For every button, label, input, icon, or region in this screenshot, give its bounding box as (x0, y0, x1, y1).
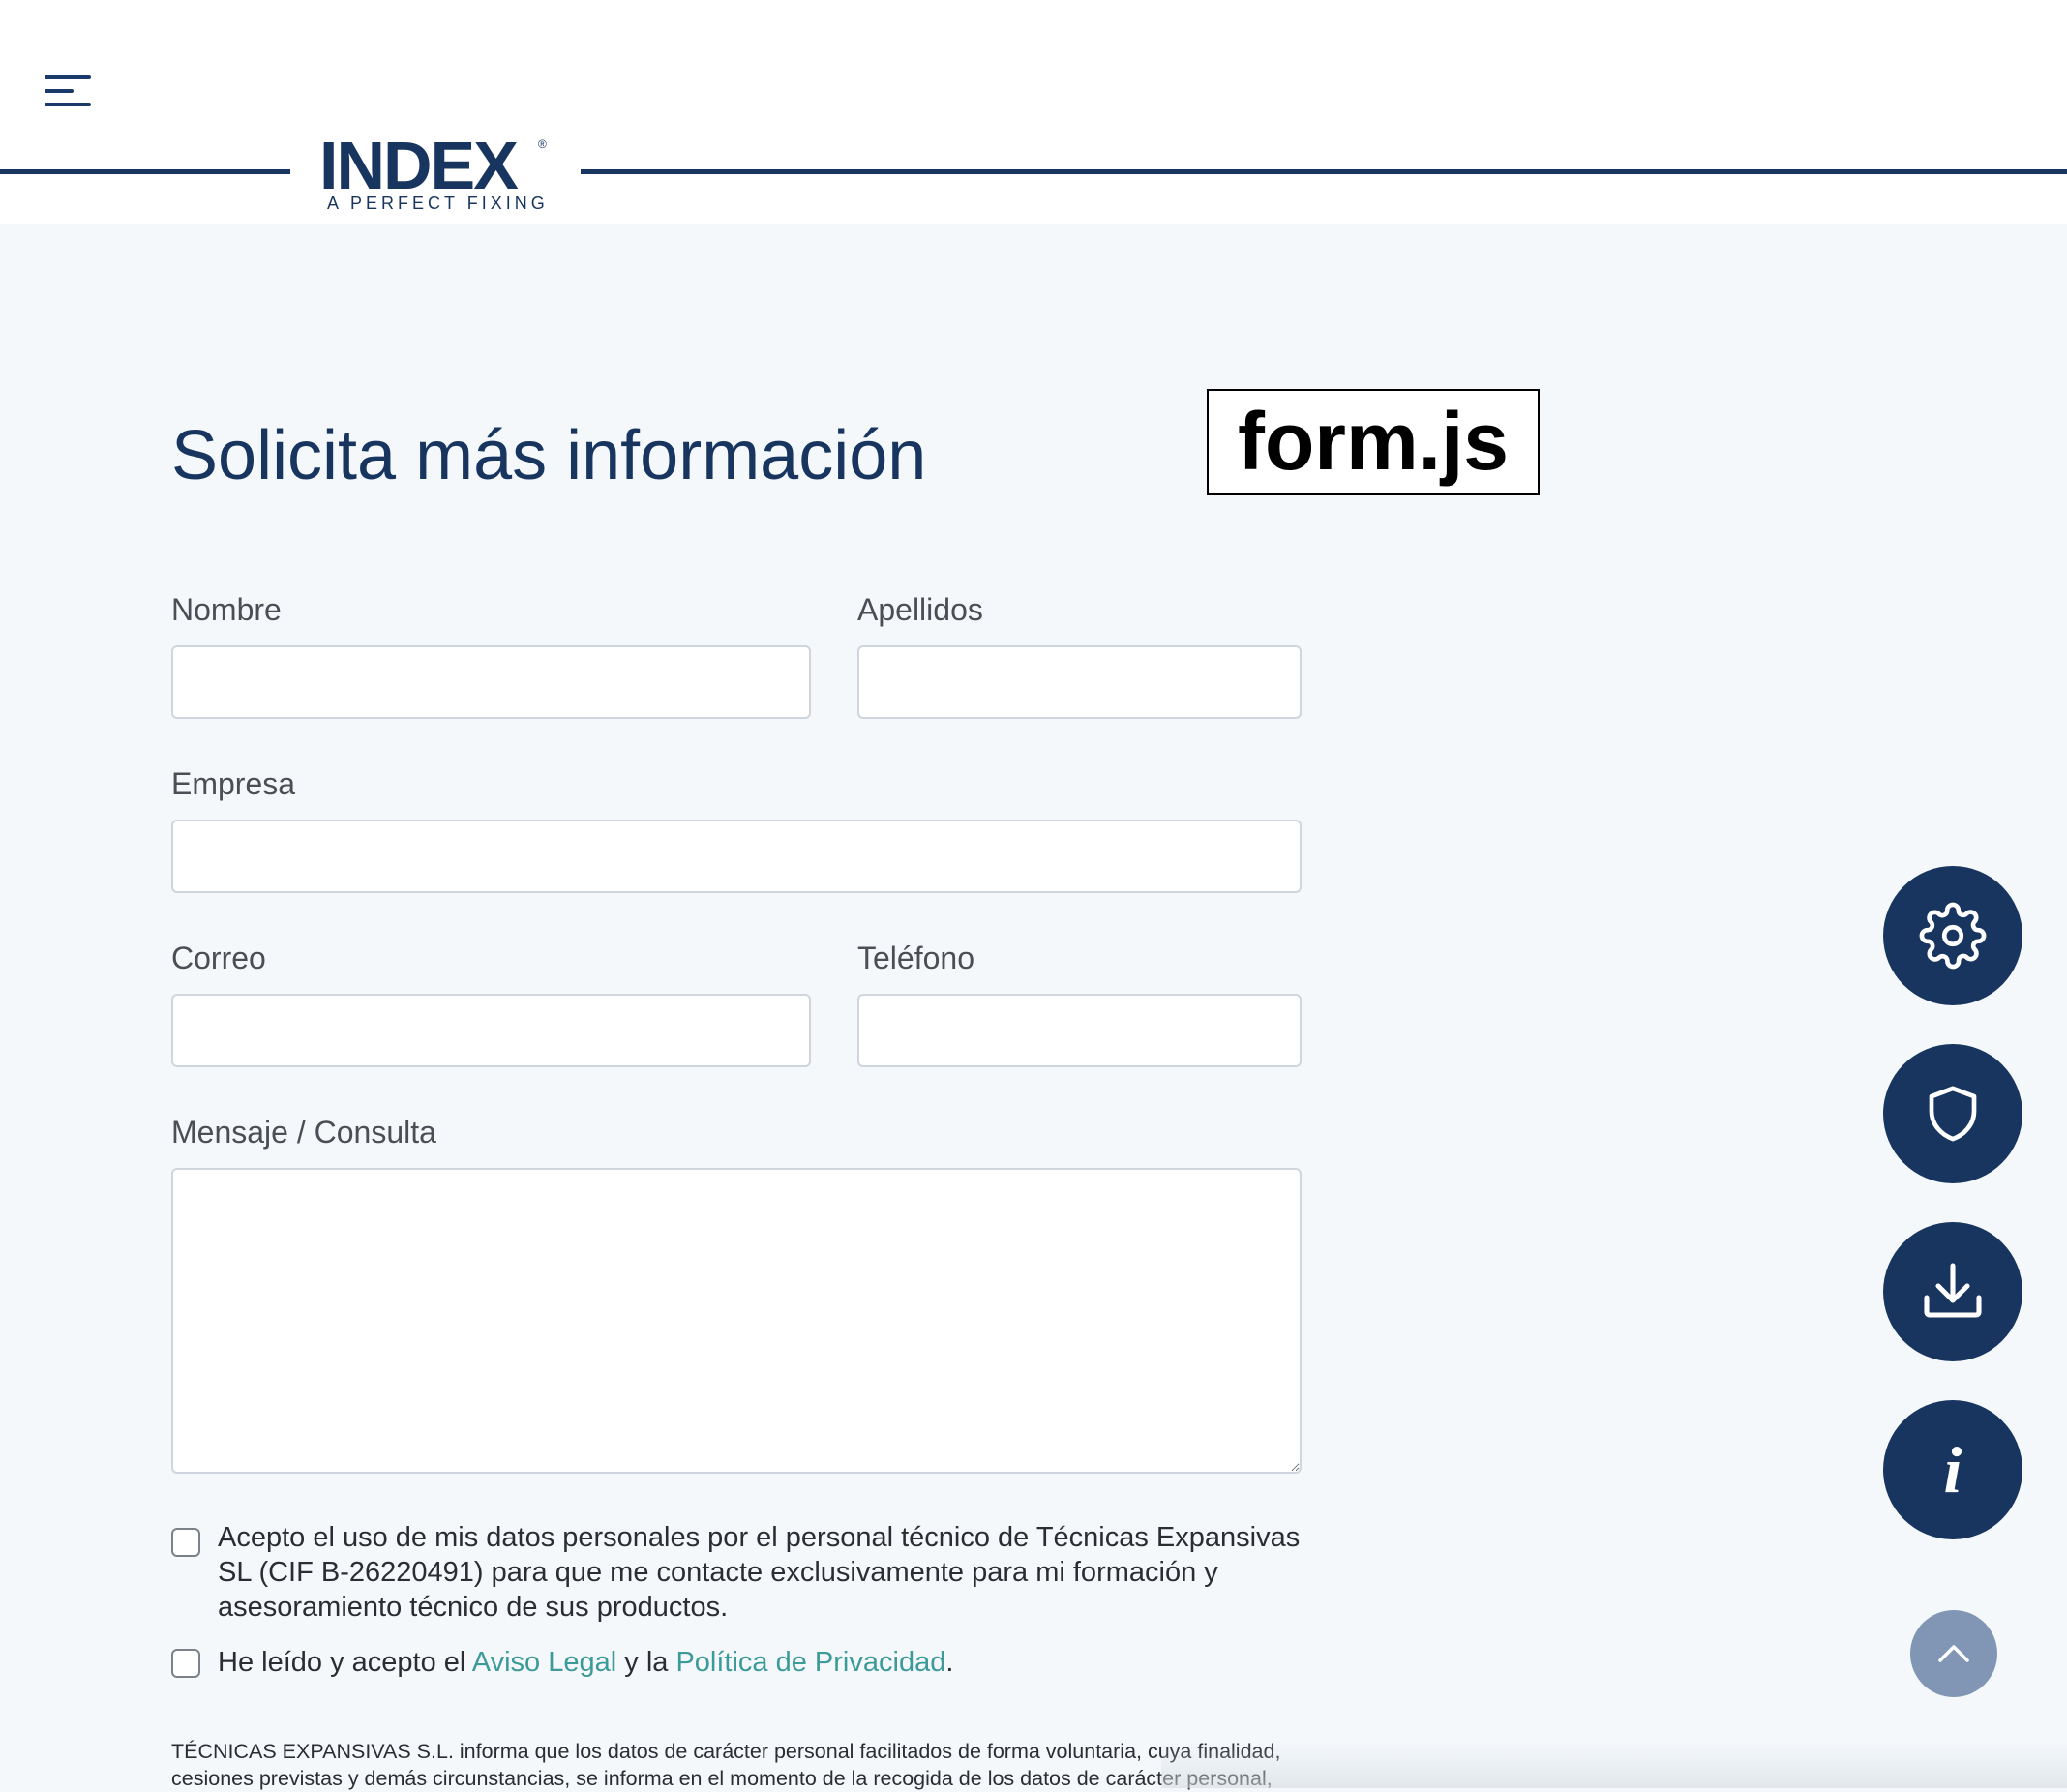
mensaje-label: Mensaje / Consulta (171, 1115, 436, 1150)
empresa-label: Empresa (171, 766, 296, 801)
telefono-input[interactable] (857, 994, 1302, 1067)
info-button[interactable]: i (1883, 1400, 2022, 1539)
logo-wordmark: INDEX (319, 128, 519, 203)
legal-consent-text: He leído y acepto el Aviso Legal y la Po… (218, 1645, 953, 1680)
apellidos-input[interactable] (857, 645, 1302, 719)
privacy-policy-link[interactable]: Política de Privacidad (675, 1647, 945, 1678)
page-title: Solicita más información (171, 417, 927, 494)
legal-middle: y la (616, 1647, 676, 1678)
legal-checkbox[interactable] (171, 1649, 200, 1678)
index-logo[interactable]: INDEX ® A PERFECT FIXING (319, 128, 552, 215)
shield-icon (1929, 1086, 1977, 1142)
legal-prefix: He leído y acepto el (218, 1647, 472, 1678)
header-divider-right (581, 169, 2067, 174)
aviso-legal-link[interactable]: Aviso Legal (472, 1647, 616, 1678)
header-divider-left (0, 169, 290, 174)
correo-input[interactable] (171, 994, 811, 1067)
gear-icon (1919, 902, 1987, 970)
nombre-label: Nombre (171, 592, 282, 627)
bottom-shadow (1161, 1742, 2067, 1788)
apellidos-label: Apellidos (857, 592, 983, 627)
logo-registered-mark: ® (538, 137, 547, 151)
legal-notice: TÉCNICAS EXPANSIVAS S.L. informa que los… (171, 1740, 1281, 1790)
correo-label: Correo (171, 941, 266, 975)
privacy-button[interactable] (1883, 1044, 2022, 1183)
mensaje-textarea[interactable] (171, 1168, 1302, 1474)
empresa-input[interactable] (171, 820, 1302, 893)
code-file-label: form.js (1207, 389, 1540, 495)
nombre-input[interactable] (171, 645, 811, 719)
data-use-checkbox[interactable] (171, 1528, 200, 1557)
telefono-label: Teléfono (857, 941, 974, 975)
site-header: INDEX ® A PERFECT FIXING (0, 0, 2067, 224)
settings-button[interactable] (1883, 866, 2022, 1005)
info-icon: i (1943, 1433, 1962, 1507)
logo-tagline: A PERFECT FIXING (327, 194, 549, 213)
download-icon (1924, 1263, 1982, 1318)
legal-suffix: . (945, 1647, 954, 1678)
scroll-to-top-button[interactable] (1910, 1610, 1997, 1697)
data-use-consent-text: Acepto el uso de mis datos personales po… (218, 1522, 1301, 1623)
hamburger-menu-icon[interactable] (39, 70, 97, 112)
download-button[interactable] (1883, 1222, 2022, 1361)
chevron-up-icon (1938, 1645, 1969, 1662)
